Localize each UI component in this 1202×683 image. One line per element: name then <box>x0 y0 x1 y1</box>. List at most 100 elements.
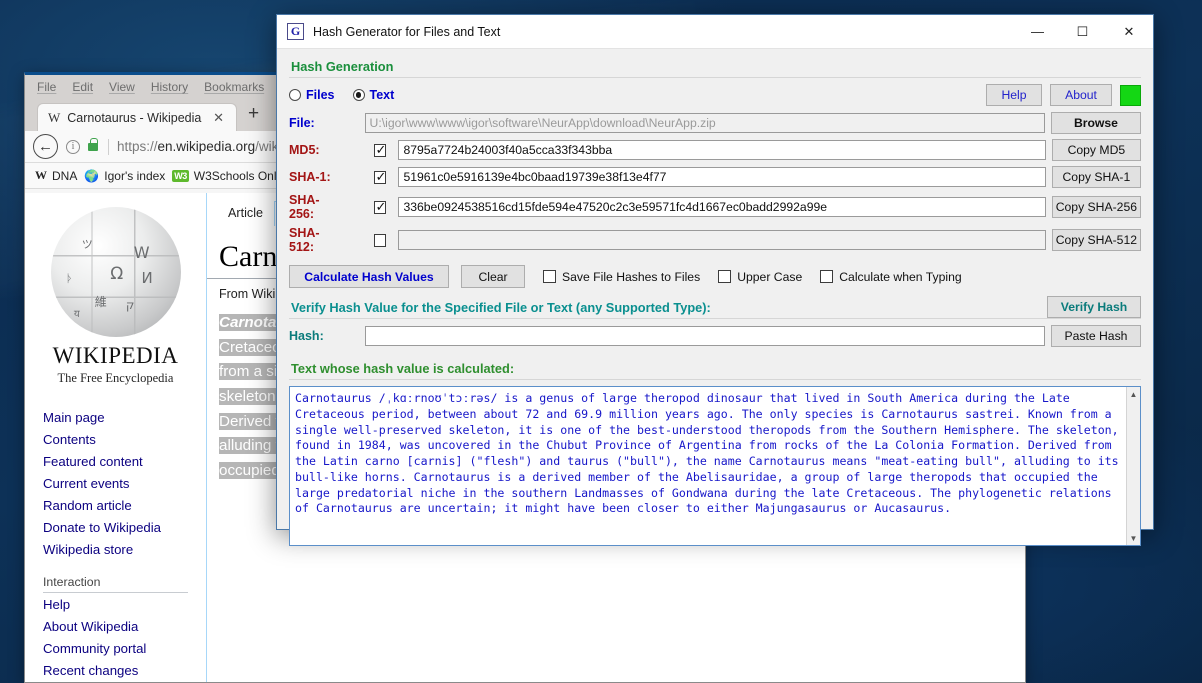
browser-tab-carnotaurus[interactable]: W Carnotaurus - Wikipedia ✕ <box>37 103 237 131</box>
sidebar-item-current-events[interactable]: Current events <box>43 472 206 494</box>
minimize-button[interactable]: — <box>1015 15 1060 48</box>
hash-generator-titlebar[interactable]: G Hash Generator for Files and Text — ☐ … <box>277 15 1153 49</box>
close-button[interactable]: ✕ <box>1105 15 1153 48</box>
url-domain: en.wikipedia.org <box>158 139 256 154</box>
upper-case-checkbox[interactable] <box>718 270 731 283</box>
globe-glyph-w: W <box>134 243 150 262</box>
option-calculate-when-typing[interactable]: Calculate when Typing <box>820 270 961 284</box>
file-row: File: Browse <box>289 112 1141 134</box>
sidebar-heading-interaction: Interaction <box>43 566 188 593</box>
radio-files-label[interactable]: Files <box>306 88 335 102</box>
globe-glyph-thorn: ᚦ <box>66 272 73 285</box>
w3schools-icon: W3 <box>172 170 189 182</box>
sha1-value-input[interactable] <box>398 167 1045 187</box>
copy-sha512-button[interactable]: Copy SHA-512 <box>1052 229 1141 251</box>
sha256-row: SHA-256: Copy SHA-256 <box>289 193 1141 221</box>
option-save-file-hashes[interactable]: Save File Hashes to Files <box>543 270 700 284</box>
paste-hash-button[interactable]: Paste Hash <box>1051 325 1141 347</box>
option-label: Calculate when Typing <box>839 270 961 284</box>
copy-sha1-button[interactable]: Copy SHA-1 <box>1052 166 1141 188</box>
bookmark-igors-index[interactable]: 🌍 Igor's index <box>84 169 165 183</box>
menu-bookmarks[interactable]: Bookmarks <box>204 80 264 94</box>
tab-article[interactable]: Article <box>217 201 274 226</box>
globe-glyph-qof: ק <box>126 298 135 312</box>
sha512-checkbox[interactable] <box>374 234 386 247</box>
menu-view[interactable]: View <box>109 80 135 94</box>
sha512-label: SHA-512: <box>289 226 344 254</box>
sidebar-item-donate[interactable]: Donate to Wikipedia <box>43 516 206 538</box>
app-icon: G <box>287 23 304 40</box>
wikipedia-nav: Main page Contents Featured content Curr… <box>25 394 206 681</box>
menu-edit[interactable]: Edit <box>72 80 93 94</box>
globe-icon: 🌍 <box>84 169 99 183</box>
option-upper-case[interactable]: Upper Case <box>718 270 802 284</box>
globe-glyph-i: И <box>142 269 153 287</box>
menu-file[interactable]: File <box>37 80 56 94</box>
file-label: File: <box>289 116 345 130</box>
maximize-button[interactable]: ☐ <box>1060 15 1105 48</box>
about-button[interactable]: About <box>1050 84 1112 106</box>
radio-text-label[interactable]: Text <box>370 88 395 102</box>
sidebar-item-random-article[interactable]: Random article <box>43 494 206 516</box>
tab-title: Carnotaurus - Wikipedia <box>67 111 201 125</box>
wikipedia-logo[interactable]: Ω W И ツ ᚦ ק 維 य WIKIPEDIA The Free Encyc… <box>25 203 206 394</box>
globe-glyph-ya: य <box>74 306 80 320</box>
back-arrow-icon[interactable]: ← <box>33 134 58 159</box>
bookmark-dna[interactable]: W DNA <box>35 168 77 183</box>
text-input-area[interactable]: ▲ ▼ <box>289 386 1141 546</box>
sidebar-item-featured-content[interactable]: Featured content <box>43 450 206 472</box>
sidebar-item-recent-changes[interactable]: Recent changes <box>43 659 206 681</box>
new-tab-button[interactable]: + <box>237 104 270 126</box>
radio-text[interactable] <box>353 89 365 101</box>
browse-button[interactable]: Browse <box>1051 112 1141 134</box>
sha512-value-input[interactable] <box>398 230 1045 250</box>
wikipedia-favicon-icon: W <box>48 110 60 126</box>
sha1-row: SHA-1: Copy SHA-1 <box>289 166 1141 188</box>
calculate-when-typing-checkbox[interactable] <box>820 270 833 283</box>
textarea-scrollbar[interactable]: ▲ ▼ <box>1126 387 1140 545</box>
sha1-label: SHA-1: <box>289 170 344 184</box>
globe-glyph-omega: Ω <box>110 264 123 284</box>
divider <box>289 379 1141 380</box>
sidebar-item-help[interactable]: Help <box>43 593 206 615</box>
sha1-checkbox[interactable] <box>374 171 386 184</box>
source-mode-row: Files Text Help About <box>289 84 1141 106</box>
option-label: Upper Case <box>737 270 802 284</box>
hash-source-textarea[interactable] <box>290 387 1140 545</box>
md5-row: MD5: Copy MD5 <box>289 139 1141 161</box>
verify-hash-input[interactable] <box>365 326 1045 346</box>
verify-hash-button[interactable]: Verify Hash <box>1047 296 1141 318</box>
status-indicator <box>1120 85 1141 106</box>
wikipedia-globe-icon: Ω W И ツ ᚦ ק 維 य <box>51 207 181 337</box>
verify-hash-label: Hash: <box>289 329 345 343</box>
page-info-icon[interactable]: i <box>66 140 80 154</box>
file-path-input[interactable] <box>365 113 1045 133</box>
scroll-down-arrow-icon[interactable]: ▼ <box>1127 531 1140 545</box>
copy-sha256-button[interactable]: Copy SHA-256 <box>1052 196 1141 218</box>
globe-glyph-wei: 維 <box>95 293 107 310</box>
sha256-checkbox[interactable] <box>374 201 386 214</box>
scroll-up-arrow-icon[interactable]: ▲ <box>1127 387 1140 401</box>
sidebar-item-about[interactable]: About Wikipedia <box>43 615 206 637</box>
address-bar[interactable]: https://en.wikipedia.org/wiki <box>117 139 281 154</box>
radio-files[interactable] <box>289 89 301 101</box>
md5-checkbox[interactable] <box>374 144 386 157</box>
md5-value-input[interactable] <box>398 140 1045 160</box>
close-tab-icon[interactable]: ✕ <box>210 110 227 126</box>
calculate-hash-values-button[interactable]: Calculate Hash Values <box>289 265 449 288</box>
sha256-value-input[interactable] <box>398 197 1045 217</box>
copy-md5-button[interactable]: Copy MD5 <box>1052 139 1141 161</box>
bookmark-w3schools[interactable]: W3 W3Schools Onlin <box>172 169 286 183</box>
wikipedia-sidebar: Ω W И ツ ᚦ ק 維 य WIKIPEDIA The Free Encyc… <box>25 193 207 682</box>
save-file-hashes-checkbox[interactable] <box>543 270 556 283</box>
sidebar-item-contents[interactable]: Contents <box>43 428 206 450</box>
sidebar-item-store[interactable]: Wikipedia store <box>43 538 206 560</box>
sidebar-item-main-page[interactable]: Main page <box>43 406 206 428</box>
sidebar-item-community-portal[interactable]: Community portal <box>43 637 206 659</box>
section-hash-generation: Hash Generation <box>291 59 1141 74</box>
window-title: Hash Generator for Files and Text <box>313 25 500 39</box>
menu-history[interactable]: History <box>151 80 188 94</box>
help-button[interactable]: Help <box>986 84 1042 106</box>
clear-button[interactable]: Clear <box>461 265 525 288</box>
actions-row: Calculate Hash Values Clear Save File Ha… <box>289 265 1141 288</box>
